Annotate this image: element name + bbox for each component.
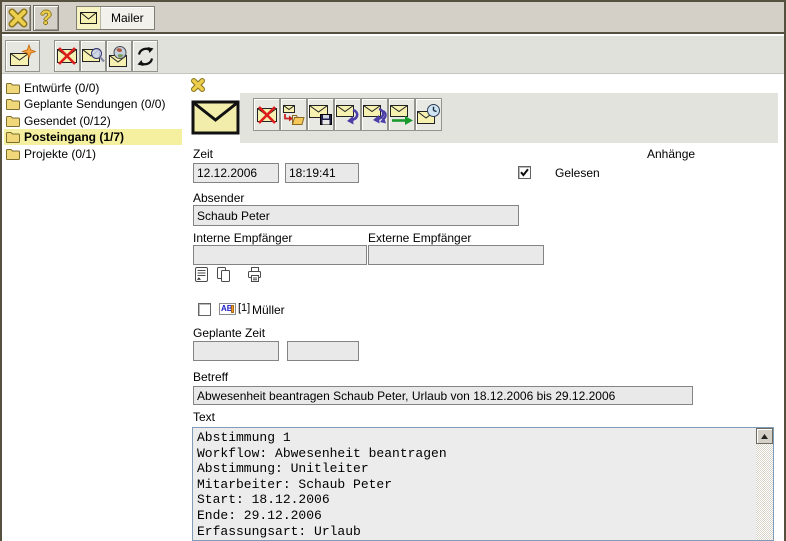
print-button[interactable] <box>245 265 264 284</box>
reply-all-icon <box>363 104 387 126</box>
refresh-icon <box>135 46 156 67</box>
folder-label: Gesendet (0/12) <box>24 114 111 128</box>
externe-empfaenger-label: Externe Empfänger <box>368 231 471 245</box>
print-icon <box>246 266 263 283</box>
scrollbar[interactable] <box>756 428 773 540</box>
new-mail-icon <box>9 44 36 68</box>
schedule-mail-icon <box>417 104 441 126</box>
mail-icon <box>77 7 101 29</box>
delete-mail-icon <box>56 47 78 65</box>
folder-label: Projekte (0/1) <box>24 147 96 161</box>
delete-mail-button[interactable] <box>54 40 80 72</box>
export-text-button[interactable] <box>192 265 211 284</box>
search-mail-button[interactable] <box>80 40 106 72</box>
forward-icon <box>390 104 414 125</box>
delete-mail-icon <box>256 106 278 124</box>
reply-all-button[interactable] <box>361 98 388 131</box>
main-toolbar <box>2 36 784 74</box>
recipient-index: [1] <box>238 302 250 314</box>
externe-empfaenger-field[interactable] <box>368 245 544 265</box>
interne-empfaenger-label: Interne Empfänger <box>193 231 292 245</box>
betreff-field[interactable] <box>193 386 693 405</box>
folder-icon <box>6 82 20 94</box>
move-to-folder-button[interactable] <box>280 98 307 131</box>
recipient-checkbox[interactable] <box>198 303 211 316</box>
copy-button[interactable] <box>214 265 233 284</box>
copy-icon <box>215 266 232 283</box>
delete-button[interactable] <box>253 98 280 131</box>
schedule-button[interactable] <box>415 98 442 131</box>
forward-button[interactable] <box>388 98 415 131</box>
geplante-uhrzeit-field[interactable] <box>287 341 359 361</box>
time-field[interactable] <box>285 163 359 183</box>
zeit-label: Zeit <box>193 147 213 161</box>
interne-empfaenger-field[interactable] <box>193 245 367 265</box>
refresh-button[interactable] <box>132 40 158 72</box>
gelesen-checkbox[interactable] <box>518 166 531 179</box>
question-mark-icon: ? <box>40 9 52 28</box>
folder-item-posteingang[interactable]: Posteingang (1/7) <box>4 129 182 145</box>
scroll-up-button[interactable] <box>756 428 773 444</box>
gold-x-icon <box>191 78 205 92</box>
folder-item-entwuerfe[interactable]: Entwürfe (0/0) <box>4 80 182 96</box>
folder-item-projekte[interactable]: Projekte (0/1) <box>4 146 182 162</box>
mail-body-textbox[interactable]: Abstimmung 1 Workflow: Abwesenheit beant… <box>192 427 774 541</box>
folder-item-gesendet[interactable]: Gesendet (0/12) <box>4 113 182 129</box>
globe-mail-icon <box>108 46 130 67</box>
mailer-tab[interactable]: Mailer <box>76 6 155 30</box>
gelesen-label: Gelesen <box>555 166 600 180</box>
date-field[interactable] <box>193 163 279 183</box>
mailer-window: ? Mailer <box>0 0 786 541</box>
document-lines-icon <box>193 266 210 283</box>
folder-icon <box>6 115 20 127</box>
move-to-folder-icon <box>282 104 305 126</box>
text-label: Text <box>193 410 215 424</box>
folder-label: Entwürfe (0/0) <box>24 81 99 95</box>
search-mail-icon <box>82 47 105 66</box>
mail-body-text: Abstimmung 1 Workflow: Abwesenheit beant… <box>197 430 753 539</box>
up-triangle-icon <box>761 434 768 439</box>
send-receive-button[interactable] <box>106 40 132 72</box>
anhaenge-label: Anhänge <box>647 147 695 161</box>
reply-icon <box>336 104 360 126</box>
open-mail-icon <box>191 98 240 137</box>
titlebar: ? Mailer <box>2 2 784 34</box>
betreff-label: Betreff <box>193 370 228 384</box>
geplante-datum-field[interactable] <box>193 341 279 361</box>
app-title: Mailer <box>101 7 154 29</box>
recipient-name: Müller <box>252 303 285 317</box>
geplante-zeit-label: Geplante Zeit <box>193 326 265 340</box>
save-mail-icon <box>309 104 332 125</box>
folder-icon <box>6 131 20 143</box>
name-badge-icon: AB <box>219 303 236 315</box>
close-button[interactable] <box>5 5 31 31</box>
folder-icon <box>6 148 20 160</box>
close-mail-button[interactable] <box>190 77 206 93</box>
help-button[interactable]: ? <box>33 5 59 31</box>
folder-item-geplante-sendungen[interactable]: Geplante Sendungen (0/0) <box>4 96 182 112</box>
save-button[interactable] <box>307 98 334 131</box>
reply-button[interactable] <box>334 98 361 131</box>
absender-label: Absender <box>193 191 244 205</box>
folder-label: Geplante Sendungen (0/0) <box>24 97 165 111</box>
check-icon <box>519 167 530 178</box>
absender-field[interactable] <box>193 205 519 226</box>
new-mail-button[interactable] <box>5 40 40 72</box>
gold-x-icon <box>8 8 28 28</box>
folder-label: Posteingang (1/7) <box>24 130 124 144</box>
folder-icon <box>6 98 20 110</box>
